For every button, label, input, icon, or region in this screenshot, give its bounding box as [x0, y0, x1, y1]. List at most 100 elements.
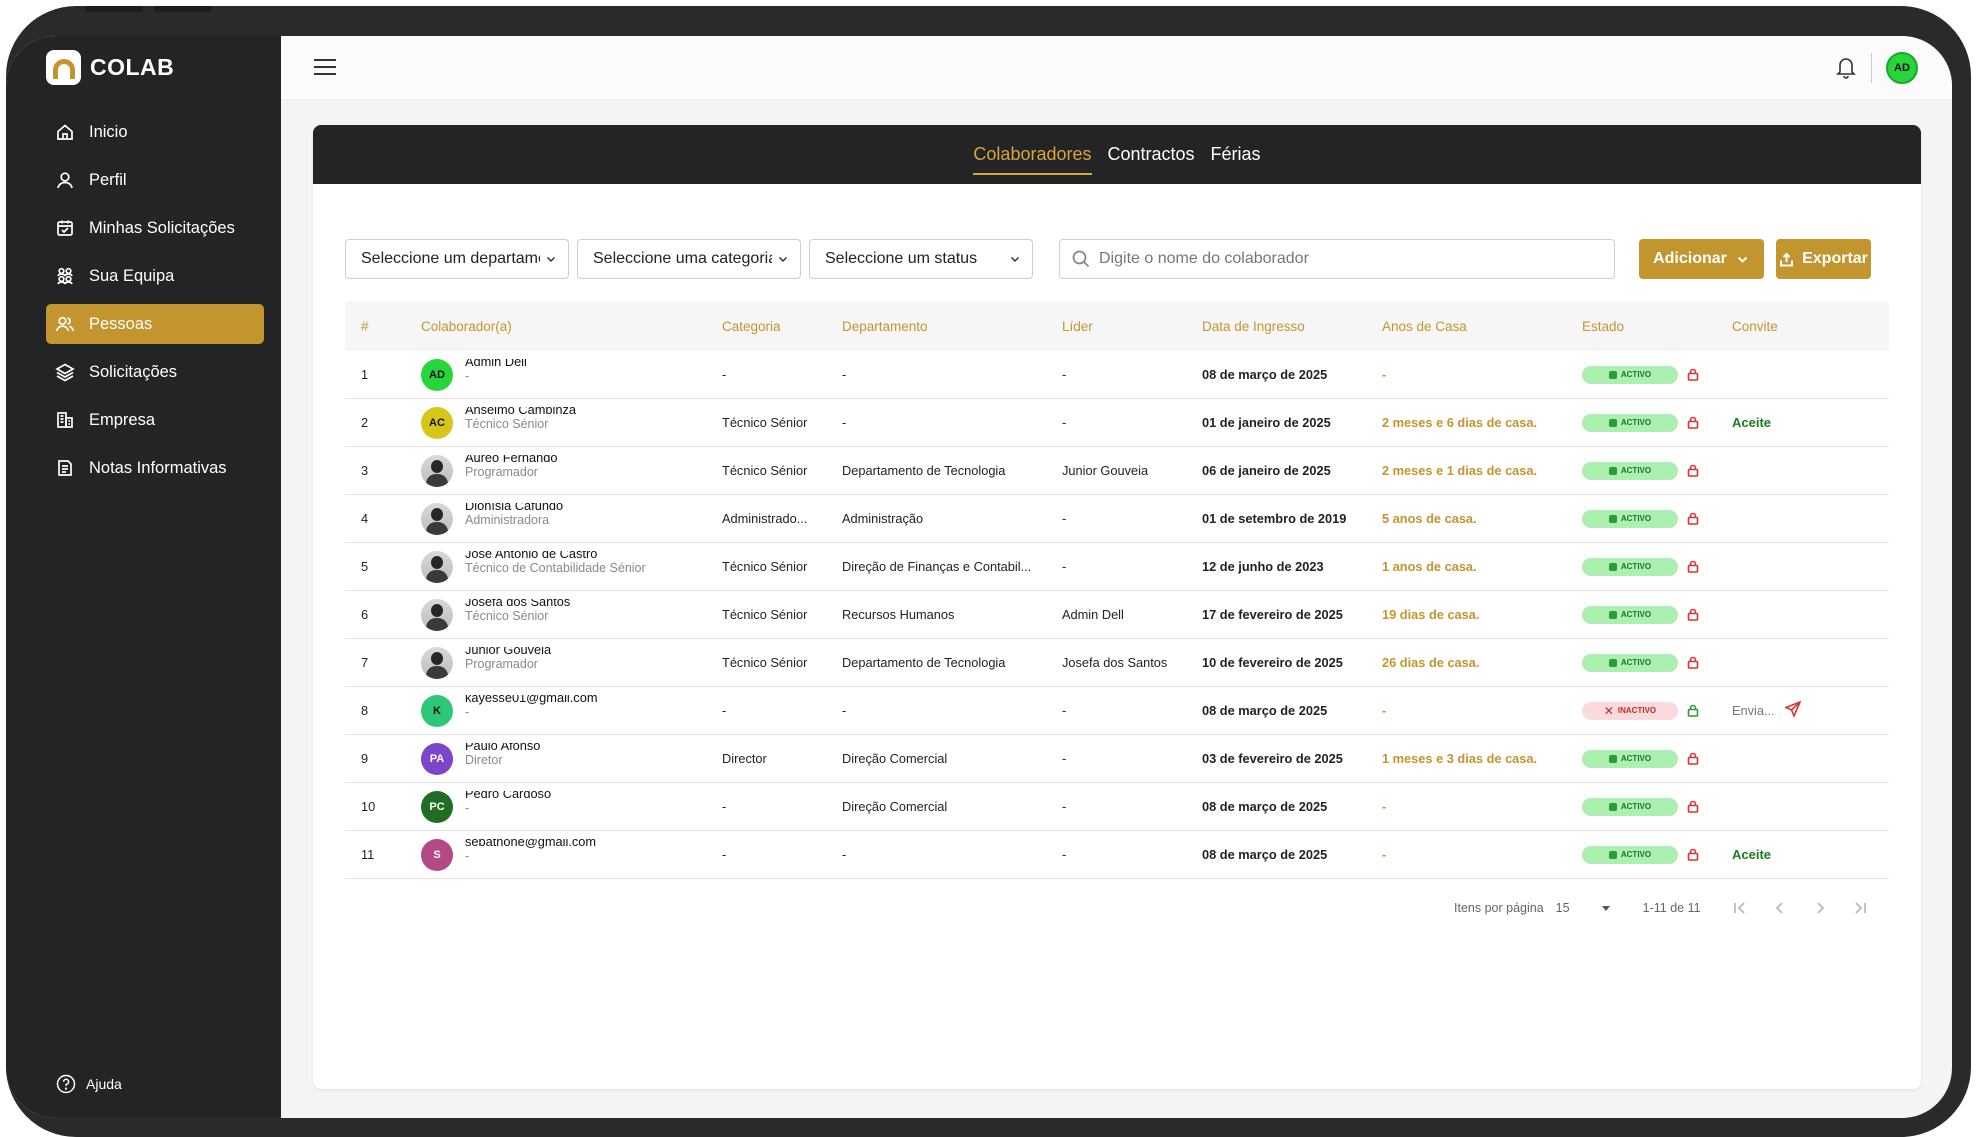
table-row[interactable]: 3 Aureo Fernando Programador Técnico Sénior… [345, 447, 1889, 495]
collaborator-cell[interactable]: PC Pedro Cardoso - [421, 790, 722, 823]
menu-toggle-icon[interactable] [314, 59, 336, 75]
table-row[interactable]: 6 Josefa dos Santos Técnico Sénior Técnico … [345, 591, 1889, 639]
sidebar-item-notas-informativas[interactable]: Notas Informativas [46, 448, 264, 488]
collaborator-role: Técnico Sénior [465, 416, 549, 431]
join-date-cell: 06 de janeiro de 2025 [1202, 463, 1331, 478]
collaborator-cell[interactable]: Ssebathone@gmail.com - [421, 838, 722, 871]
status-select[interactable]: Seleccione um status [809, 239, 1033, 279]
category-cell: Director [722, 751, 767, 766]
sidebar-item-solicitacoes[interactable]: Solicitações [46, 352, 264, 392]
row-number: 4 [361, 511, 369, 526]
leader-cell: - [1062, 511, 1067, 526]
department-select[interactable]: Seleccione um departamento [345, 239, 569, 279]
status-badge: ACTIVO [1582, 797, 1678, 816]
category-cell: - [722, 703, 727, 718]
send-invite-icon[interactable] [1783, 701, 1801, 720]
row-number: 8 [361, 703, 369, 718]
tab-ferias[interactable]: Férias [1211, 140, 1261, 169]
tab-colaboradores[interactable]: Colaboradores [973, 140, 1092, 175]
lock-icon[interactable] [1687, 560, 1699, 573]
next-page-icon[interactable] [1811, 899, 1829, 917]
table-row[interactable]: 11 Ssebathone@gmail.com - - - -08 de março de… [345, 831, 1889, 879]
row-number: 6 [361, 607, 369, 622]
invite-status: Aceite [1732, 415, 1772, 430]
join-date-cell: 12 de junho de 2023 [1202, 559, 1324, 574]
status-cell: ACTIVO [1582, 653, 1732, 672]
last-page-icon[interactable] [1851, 899, 1869, 917]
x-icon: ✕ [1603, 703, 1614, 718]
lock-icon[interactable] [1687, 416, 1699, 429]
lock-icon[interactable] [1687, 512, 1699, 525]
table-row[interactable]: 1 AD Admin Dell - - - -08 de março de 2025- ACT… [345, 351, 1889, 399]
category-select[interactable]: Seleccione uma categoria [577, 239, 801, 279]
collaborator-cell[interactable]: Kkayesse01@gmail.com - [421, 694, 722, 727]
collaborator-cell[interactable]: Junior Gouveia Programador [421, 646, 722, 679]
row-number: 11 [361, 847, 375, 862]
status-label: ACTIVO [1620, 370, 1652, 379]
sidebar-item-inicio[interactable]: Inicio [46, 112, 264, 152]
help-icon [56, 1074, 76, 1094]
table-row[interactable]: 2 AC Anselmo Cambinza Técnico Sénior Técnico… [345, 399, 1889, 447]
help-link[interactable]: Ajuda [56, 1074, 122, 1094]
table-row[interactable]: 9 PA Paulo Afonso Diretor Director Direção Co… [345, 735, 1889, 783]
table-header: # Colaborador(a) Categoria Departamento … [345, 301, 1889, 351]
collaborator-cell[interactable]: Dionísia Cafundo Administradora [421, 502, 722, 535]
table-row[interactable]: 4 Dionísia Cafundo Administradora Administr… [345, 495, 1889, 543]
table-row[interactable]: 10 PC Pedro Cardoso - - Direção Comercial -08 … [345, 783, 1889, 831]
search-input[interactable] [1099, 250, 1579, 268]
people-card: Colaboradores Contractos Férias Seleccio… [313, 125, 1921, 1089]
first-page-icon[interactable] [1731, 899, 1749, 917]
lock-icon[interactable] [1687, 656, 1699, 669]
status-cell: ACTIVO [1582, 509, 1732, 528]
avatar [421, 454, 453, 487]
collaborator-name: Paulo Afonso [465, 742, 541, 753]
collaborator-role: - [465, 800, 470, 815]
lock-icon[interactable] [1687, 752, 1699, 765]
per-page-select[interactable]: 15 [1556, 901, 1601, 915]
check-icon [1608, 754, 1617, 763]
table-row[interactable]: 5 José António de Castro Técnico de Contab… [345, 543, 1889, 591]
lock-icon[interactable] [1687, 464, 1699, 477]
avatar: AD [421, 358, 453, 391]
lock-icon[interactable] [1687, 848, 1699, 861]
table-row[interactable]: 7 Junior Gouveia Programador Técnico Sénior… [345, 639, 1889, 687]
collaborator-cell[interactable]: PA Paulo Afonso Diretor [421, 742, 722, 775]
chevron-down-icon [1737, 256, 1748, 263]
collaborator-role: - [465, 368, 470, 383]
invite-status: Aceite [1732, 847, 1772, 862]
collaborator-cell[interactable]: AD Admin Dell - [421, 358, 722, 391]
status-badge: ✕ INACTIVO [1582, 701, 1678, 720]
sidebar-item-pessoas[interactable]: Pessoas [46, 304, 264, 344]
user-avatar[interactable]: AD [1886, 52, 1918, 84]
collaborator-role: - [465, 704, 470, 719]
leader-cell: Josefa dos Santos [1062, 655, 1168, 670]
collaborator-cell[interactable]: José António de Castro Técnico de Contabi… [421, 550, 722, 583]
sidebar-item-sua-equipa[interactable]: Sua Equipa [46, 256, 264, 296]
lock-icon[interactable] [1687, 704, 1699, 717]
lock-icon[interactable] [1687, 800, 1699, 813]
add-button[interactable]: Adicionar [1639, 239, 1764, 279]
lock-icon[interactable] [1687, 608, 1699, 621]
lock-icon[interactable] [1687, 368, 1699, 381]
collaborator-cell[interactable]: AC Anselmo Cambinza Técnico Sénior [421, 406, 722, 439]
collaborator-cell[interactable]: Josefa dos Santos Técnico Sénior [421, 598, 722, 631]
tab-contractos[interactable]: Contractos [1108, 140, 1195, 169]
leader-cell: Admin Dell [1062, 607, 1124, 622]
table-row[interactable]: 8 Kkayesse01@gmail.com - - - -08 de março de … [345, 687, 1889, 735]
prev-page-icon[interactable] [1771, 899, 1789, 917]
status-cell: ACTIVO [1582, 749, 1732, 768]
status-label: INACTIVO [1617, 706, 1657, 715]
building-icon [57, 412, 73, 428]
app-logo[interactable]: COLAB [46, 50, 174, 85]
caret-down-icon[interactable] [1601, 903, 1611, 913]
sidebar-item-perfil[interactable]: Perfil [46, 160, 264, 200]
collaborator-cell[interactable]: Aureo Fernando Programador [421, 454, 722, 487]
topbar-divider [1871, 53, 1872, 83]
sidebar-item-empresa[interactable]: Empresa [46, 400, 264, 440]
export-button[interactable]: Exportar [1776, 239, 1871, 279]
sidebar-item-minhas-solicitacoes[interactable]: Minhas Solicitações [46, 208, 264, 248]
department-cell: - [842, 367, 847, 382]
sidebar-item-label: Solicitações [89, 362, 178, 381]
search-field[interactable] [1059, 239, 1615, 279]
notifications-bell-icon[interactable] [1835, 55, 1857, 79]
